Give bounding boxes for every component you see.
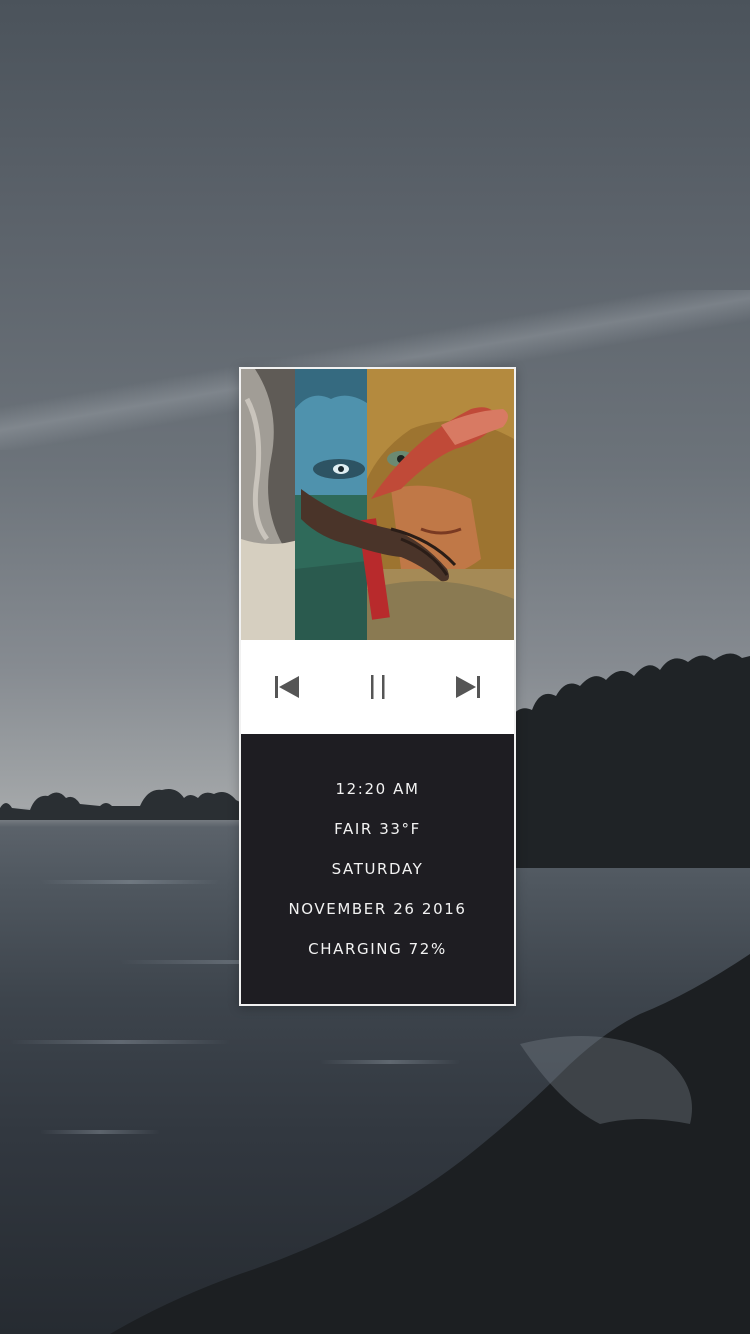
skip-next-icon xyxy=(456,676,480,698)
distant-trees xyxy=(0,789,240,820)
time-label: 12:20 AM xyxy=(335,780,420,798)
pause-button[interactable] xyxy=(361,670,395,704)
next-track-button[interactable] xyxy=(451,670,485,704)
day-label: SATURDAY xyxy=(331,860,424,878)
pause-icon xyxy=(371,675,385,699)
weather-label: FAIR 33°F xyxy=(334,820,421,838)
info-panel: 12:20 AM FAIR 33°F SATURDAY NOVEMBER 26 … xyxy=(241,734,514,1004)
shore-trees xyxy=(510,653,750,868)
water-ripple xyxy=(40,880,220,884)
skip-previous-icon xyxy=(275,676,299,698)
battery-status-label: CHARGING 72% xyxy=(308,940,447,958)
date-label: NOVEMBER 26 2016 xyxy=(288,900,467,918)
music-info-widget: 12:20 AM FAIR 33°F SATURDAY NOVEMBER 26 … xyxy=(239,367,516,1006)
dark-shoreline xyxy=(110,954,750,1334)
album-artwork[interactable] xyxy=(241,369,514,640)
playback-controls xyxy=(241,640,514,734)
previous-track-button[interactable] xyxy=(270,670,304,704)
album-artwork-collage xyxy=(241,369,514,640)
